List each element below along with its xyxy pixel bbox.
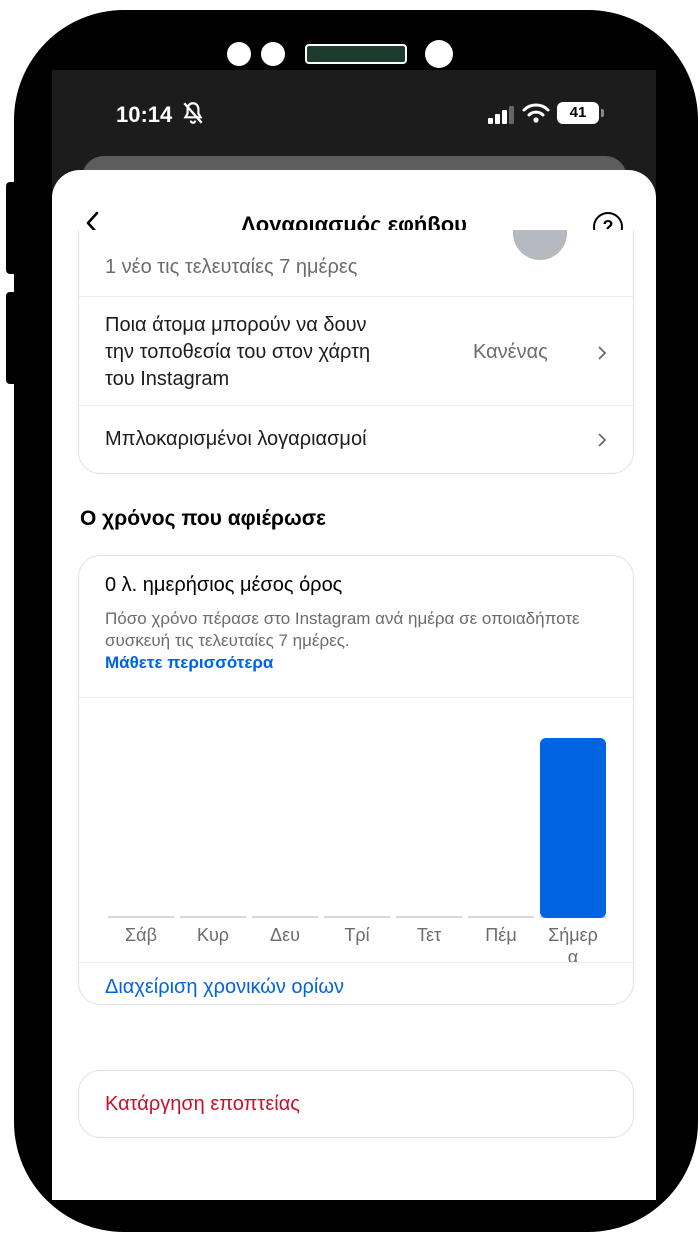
blocked-accounts-row[interactable]: Μπλοκαρισμένοι λογαριασμοί [79, 406, 633, 472]
chart-x-tick-label: Δευ [270, 925, 300, 945]
chart-x-tick-label: Τρί [344, 925, 370, 945]
location-row-label-line-3: του Instagram [105, 368, 230, 390]
status-time: 10:14 [116, 102, 173, 127]
time-spent-section-title: Ο χρόνος που αφιέρωσε [80, 507, 327, 530]
location-row-value: Κανένας [473, 341, 548, 363]
new-followers-row-text: 1 νέο τις τελευταίες 7 ημέρες [105, 256, 358, 278]
blocked-accounts-label: Μπλοκαρισμένοι λογαριασμοί [105, 428, 367, 450]
divider [79, 962, 633, 963]
chart-bar[interactable] [540, 738, 606, 918]
avatar [513, 230, 567, 260]
wifi-icon [522, 103, 550, 123]
daily-usage-chart: Σάβ Κυρ Δευ Τρί Τετ Πέμ Σήμερ α [105, 716, 609, 967]
divider [79, 697, 633, 698]
chart-baseline [396, 916, 462, 918]
time-description: Πόσο χρόνο πέρασε στο Instagram ανά ημέρ… [105, 608, 605, 674]
chart-x-tick-label: Κυρ [196, 925, 230, 945]
time-spent-card: 0 λ. ημερήσιος μέσος όρος Πόσο χρόνο πέρ… [78, 555, 634, 1005]
chevron-right-icon [598, 346, 607, 360]
chart-x-tick-label: Τετ [416, 925, 442, 945]
app-screen: 10:14 41 Λογαριασμός εφήβου ? 1 νέο τις … [52, 70, 656, 1200]
battery-indicator: 41 [557, 102, 604, 124]
time-description-text: Πόσο χρόνο πέρασε στο Instagram ανά ημέρ… [105, 609, 580, 650]
chart-baseline [108, 916, 174, 918]
chart-baseline [180, 916, 246, 918]
remove-supervision-button[interactable]: Κατάργηση εποπτείας [105, 1093, 300, 1116]
bottom-sheet: Λογαριασμός εφήβου ? 1 νέο τις τελευταίε… [52, 170, 656, 1200]
phone-side-button [6, 182, 16, 274]
camera-cutout [227, 40, 457, 70]
learn-more-link[interactable]: Μάθετε περισσότερα [105, 653, 273, 672]
daily-average-text: 0 λ. ημερήσιος μέσος όρος [105, 574, 343, 596]
remove-supervision-card[interactable]: Κατάργηση εποπτείας [78, 1070, 634, 1138]
chart-x-tick-label: Πέμ [485, 925, 517, 945]
manage-time-limits-link[interactable]: Διαχείριση χρονικών ορίων [105, 976, 344, 999]
location-visibility-row[interactable]: Ποια άτομα μπορούν να δουν την τοποθεσία… [79, 297, 633, 405]
location-row-label-line-1: Ποια άτομα μπορούν να δουν [105, 314, 367, 336]
chart-baseline [324, 916, 390, 918]
location-row-label-line-2: την τοποθεσία του στον χάρτη [105, 341, 371, 363]
chart-baseline [468, 916, 534, 918]
phone-side-button [6, 292, 16, 384]
chart-baseline [252, 916, 318, 918]
chart-x-tick-label: Σάβ [125, 925, 157, 945]
cellular-signal-icon [488, 106, 514, 124]
chevron-right-icon [598, 433, 607, 447]
settings-card: 1 νέο τις τελευταίες 7 ημέρες Ποια άτομα… [78, 230, 634, 474]
silent-bell-icon [183, 102, 203, 124]
